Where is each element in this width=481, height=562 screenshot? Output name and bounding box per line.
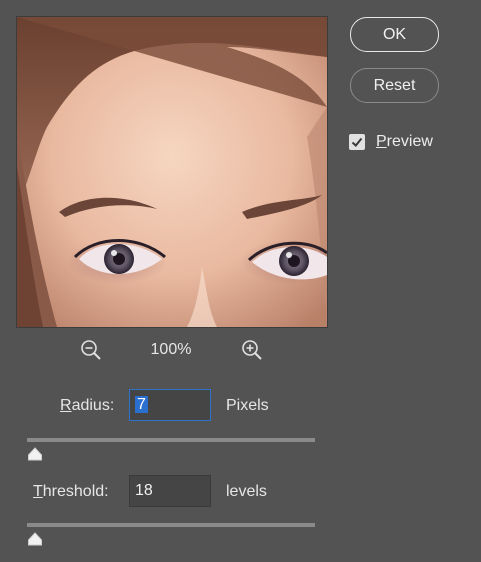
radius-label-mnemonic: R bbox=[60, 397, 72, 414]
checkbox-box[interactable] bbox=[349, 134, 365, 150]
reset-button[interactable]: Reset bbox=[350, 68, 439, 103]
threshold-input[interactable]: 18 bbox=[129, 475, 211, 507]
checkmark-icon bbox=[351, 137, 363, 147]
preview-label-rest: review bbox=[386, 133, 433, 150]
preview-label: Preview bbox=[376, 133, 433, 151]
radius-unit: Pixels bbox=[226, 397, 269, 414]
threshold-label: Threshold: bbox=[33, 483, 109, 501]
threshold-slider-track[interactable] bbox=[27, 523, 315, 527]
zoom-in-icon[interactable] bbox=[240, 338, 264, 362]
ok-button[interactable]: OK bbox=[350, 17, 439, 52]
threshold-slider-thumb[interactable] bbox=[27, 532, 43, 546]
threshold-label-mnemonic: T bbox=[33, 483, 43, 500]
surface-blur-dialog: 100% OK Reset Preview Radius: 7 Pixels T bbox=[0, 0, 481, 562]
radius-value: 7 bbox=[135, 396, 148, 413]
preview-image[interactable] bbox=[16, 16, 328, 328]
threshold-label-rest: hreshold: bbox=[42, 483, 109, 500]
preview-face-image bbox=[17, 17, 327, 327]
zoom-out-icon[interactable] bbox=[79, 338, 103, 362]
zoom-controls: 100% bbox=[16, 336, 326, 364]
zoom-level: 100% bbox=[150, 341, 192, 358]
preview-checkbox[interactable]: Preview bbox=[349, 132, 433, 152]
radius-slider-track[interactable] bbox=[27, 438, 315, 442]
radius-label-rest: adius: bbox=[71, 397, 115, 414]
radius-input[interactable]: 7 bbox=[129, 389, 211, 421]
threshold-unit: levels bbox=[226, 483, 267, 500]
radius-label: Radius: bbox=[60, 397, 114, 415]
radius-slider-thumb[interactable] bbox=[27, 447, 43, 461]
preview-label-mnemonic: P bbox=[376, 133, 387, 150]
